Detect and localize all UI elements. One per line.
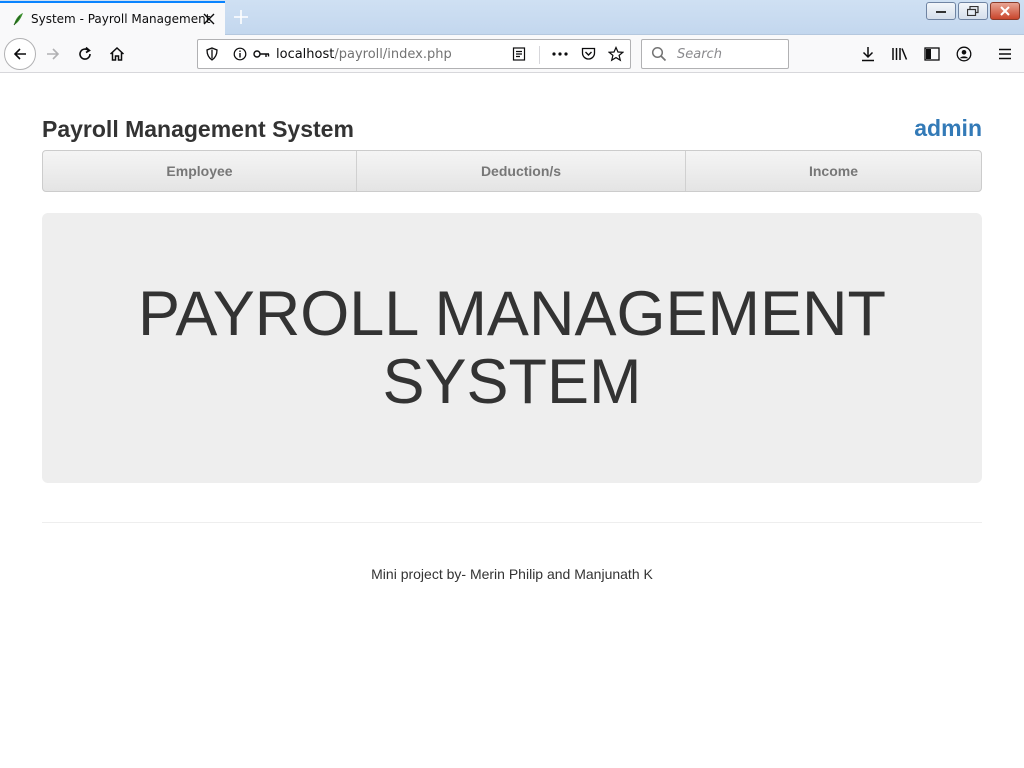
- window-close-icon[interactable]: [990, 2, 1020, 20]
- tab-close-icon[interactable]: [202, 12, 216, 26]
- nav-employee[interactable]: Employee: [43, 151, 356, 191]
- reader-view-icon[interactable]: [505, 40, 533, 68]
- search-icon: [645, 40, 673, 68]
- forward-arrow-icon[interactable]: [39, 40, 67, 68]
- page-actions-ellipsis-icon[interactable]: [546, 40, 574, 68]
- url-text[interactable]: localhost/payroll/index.php: [276, 47, 452, 62]
- bookmark-star-icon[interactable]: [602, 40, 630, 68]
- browser-title-bar: System - Payroll Management: [0, 0, 1024, 35]
- account-icon[interactable]: [950, 40, 978, 68]
- footer-divider: [42, 522, 982, 523]
- window-controls: [926, 2, 1020, 20]
- minimize-icon[interactable]: [926, 2, 956, 20]
- url-separator: [539, 46, 540, 64]
- url-host: localhost: [276, 47, 335, 62]
- key-icon[interactable]: [248, 40, 276, 68]
- nav-deductions[interactable]: Deduction/s: [356, 151, 685, 191]
- hero-title: PAYROLL MANAGEMENT SYSTEM: [138, 279, 886, 417]
- page-content: Payroll Management System admin Employee…: [0, 74, 1024, 768]
- sidebar-icon[interactable]: [918, 40, 946, 68]
- hamburger-menu-icon[interactable]: [991, 40, 1019, 68]
- main-nav: Employee Deduction/s Income: [42, 150, 982, 192]
- browser-tab-active[interactable]: System - Payroll Management: [0, 1, 225, 35]
- tracking-shield-icon[interactable]: [198, 40, 226, 68]
- downloads-icon[interactable]: [854, 40, 882, 68]
- reload-icon[interactable]: [71, 40, 99, 68]
- search-placeholder: Search: [677, 47, 722, 62]
- tab-title: System - Payroll Management: [31, 12, 211, 26]
- browser-nav-bar: localhost/payroll/index.php Search: [0, 35, 1024, 73]
- address-bar[interactable]: localhost/payroll/index.php: [197, 39, 631, 69]
- hero-banner: PAYROLL MANAGEMENT SYSTEM: [42, 213, 982, 483]
- home-icon[interactable]: [103, 40, 131, 68]
- footer-credits: Mini project by- Merin Philip and Manjun…: [371, 566, 653, 582]
- user-link[interactable]: admin: [914, 115, 982, 142]
- new-tab-plus-icon[interactable]: [229, 5, 253, 29]
- url-path: /payroll/index.php: [334, 47, 452, 62]
- restore-icon[interactable]: [958, 2, 988, 20]
- brand-title[interactable]: Payroll Management System: [42, 116, 354, 143]
- back-arrow-icon[interactable]: [4, 38, 36, 70]
- search-input[interactable]: Search: [641, 39, 789, 69]
- library-icon[interactable]: [886, 40, 914, 68]
- leaf-favicon-icon: [10, 11, 26, 27]
- pocket-icon[interactable]: [574, 40, 602, 68]
- nav-income[interactable]: Income: [685, 151, 981, 191]
